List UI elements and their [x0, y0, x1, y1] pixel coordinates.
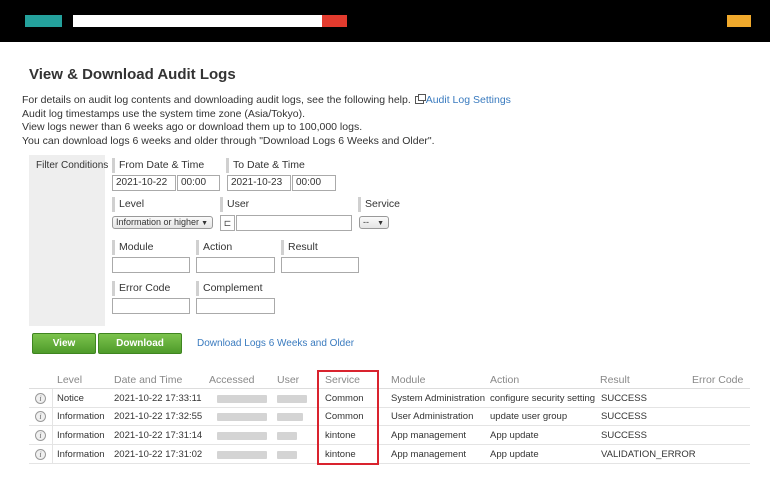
- table-row[interactable]: i Information 2021-10-22 17:31:14 kinton…: [29, 426, 750, 445]
- service-select-value: --: [363, 217, 369, 227]
- redacted-user: [277, 413, 303, 421]
- row-module: System Administration: [391, 393, 485, 404]
- row-datetime: 2021-10-22 17:33:11: [114, 393, 202, 404]
- row-action: App update: [490, 430, 539, 441]
- info-icon[interactable]: i: [35, 393, 46, 404]
- redacted-user: [277, 451, 297, 459]
- level-label: Level: [112, 197, 144, 212]
- col-header-result: Result: [600, 374, 630, 386]
- row-module: App management: [391, 449, 466, 460]
- row-level: Notice: [57, 393, 84, 404]
- org-tree-icon[interactable]: ⊏: [220, 215, 235, 231]
- result-input[interactable]: [281, 257, 359, 273]
- row-action: update user group: [490, 411, 568, 422]
- from-datetime-label: From Date & Time: [112, 158, 204, 173]
- row-result: SUCCESS: [601, 393, 647, 404]
- error-code-input[interactable]: [112, 298, 190, 314]
- to-date-input[interactable]: 2021-10-23: [227, 175, 291, 191]
- row-result: VALIDATION_ERROR: [601, 449, 696, 460]
- app-logo[interactable]: [25, 15, 62, 27]
- user-input[interactable]: [236, 215, 352, 231]
- module-label: Module: [112, 240, 153, 255]
- col-header-datetime: Date and Time: [114, 374, 183, 386]
- row-action: App update: [490, 449, 539, 460]
- col-header-level: Level: [57, 374, 83, 386]
- error-code-label: Error Code: [112, 281, 170, 296]
- chevron-down-icon: ▼: [377, 220, 384, 227]
- description-line-3: View logs newer than 6 weeks ago or down…: [22, 121, 363, 133]
- row-action: configure security setting: [490, 393, 596, 404]
- from-time-input[interactable]: 00:00: [177, 175, 220, 191]
- external-link-icon: [414, 94, 426, 104]
- user-menu-icon[interactable]: [727, 15, 751, 27]
- table-row[interactable]: i Information 2021-10-22 17:31:02 kinton…: [29, 445, 750, 464]
- row-datetime: 2021-10-22 17:31:14: [114, 430, 203, 441]
- action-label: Action: [196, 240, 232, 255]
- redacted-user: [277, 432, 297, 440]
- search-button[interactable]: [322, 15, 347, 27]
- row-level: Information: [57, 411, 105, 422]
- description: For details on audit log contents and do…: [22, 94, 511, 148]
- result-label: Result: [281, 240, 318, 255]
- download-button[interactable]: Download: [98, 333, 182, 354]
- table-row[interactable]: i Information 2021-10-22 17:32:55 Common…: [29, 407, 750, 426]
- row-datetime: 2021-10-22 17:31:02: [114, 449, 203, 460]
- row-level: Information: [57, 449, 105, 460]
- redacted-accessed: [217, 395, 267, 403]
- row-level: Information: [57, 430, 105, 441]
- redacted-accessed: [217, 432, 267, 440]
- col-header-user: User: [277, 374, 300, 386]
- col-header-accessed: Accessed: [209, 374, 255, 386]
- row-module: User Administration: [391, 411, 474, 422]
- info-icon[interactable]: i: [35, 449, 46, 460]
- global-search-input[interactable]: [73, 15, 322, 27]
- col-header-error-code: Error Code: [692, 374, 744, 386]
- description-line-1: For details on audit log contents and do…: [22, 94, 411, 106]
- download-old-logs-link[interactable]: Download Logs 6 Weeks and Older: [197, 338, 354, 349]
- top-bar: [0, 0, 770, 42]
- redacted-accessed: [217, 413, 267, 421]
- filter-conditions-label: Filter Conditions: [36, 160, 109, 171]
- info-icon[interactable]: i: [35, 411, 46, 422]
- row-result: SUCCESS: [601, 430, 647, 441]
- page-title: View & Download Audit Logs: [29, 66, 236, 83]
- redacted-accessed: [217, 451, 267, 459]
- complement-label: Complement: [196, 281, 263, 296]
- info-icon[interactable]: i: [35, 430, 46, 441]
- to-datetime-label: To Date & Time: [226, 158, 305, 173]
- service-select[interactable]: -- ▼: [359, 216, 389, 229]
- col-header-module: Module: [391, 374, 426, 386]
- chevron-down-icon: ▼: [201, 220, 208, 227]
- level-select[interactable]: Information or higher ▼: [112, 216, 213, 229]
- level-select-value: Information or higher: [116, 217, 200, 227]
- user-label: User: [220, 197, 249, 212]
- to-time-input[interactable]: 00:00: [292, 175, 336, 191]
- row-datetime: 2021-10-22 17:32:55: [114, 411, 203, 422]
- description-line-2: Audit log timestamps use the system time…: [22, 107, 306, 120]
- action-input[interactable]: [196, 257, 275, 273]
- redacted-user: [277, 395, 307, 403]
- complement-input[interactable]: [196, 298, 275, 314]
- service-label: Service: [358, 197, 400, 212]
- view-button[interactable]: View: [32, 333, 96, 354]
- description-line-4: You can download logs 6 weeks and older …: [22, 134, 435, 147]
- table-row[interactable]: i Notice 2021-10-22 17:33:11 Common Syst…: [29, 389, 750, 408]
- filter-conditions-panel: Filter Conditions: [29, 155, 109, 326]
- from-date-input[interactable]: 2021-10-22: [112, 175, 176, 191]
- row-module: App management: [391, 430, 466, 441]
- audit-log-settings-link[interactable]: Audit Log Settings: [426, 94, 511, 106]
- row-result: SUCCESS: [601, 411, 647, 422]
- service-column-highlight: [317, 370, 379, 465]
- col-header-action: Action: [490, 374, 520, 386]
- module-input[interactable]: [112, 257, 190, 273]
